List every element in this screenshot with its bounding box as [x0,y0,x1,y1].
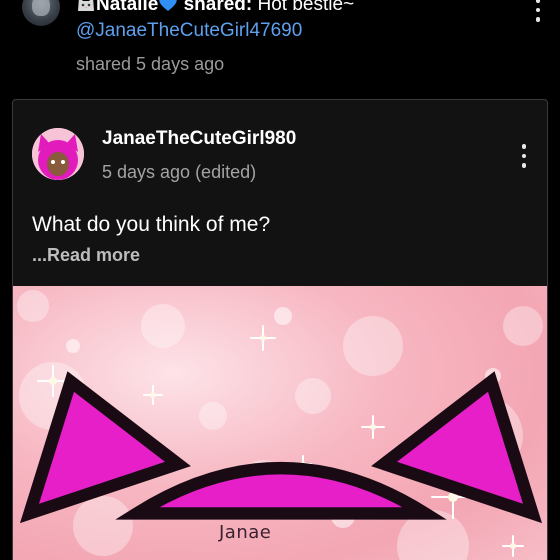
post-author-name[interactable]: JanaeTheCuteGirl980 [102,128,296,150]
share-caption: Hot bestie~ [257,0,355,15]
shared-label: shared: [183,0,253,15]
cat-face-icon [76,0,96,12]
read-more-link[interactable]: ...Read more [32,245,140,266]
mention-link[interactable]: @JanaeTheCuteGirl47690 [76,20,302,42]
post-more-options-icon[interactable] [521,144,527,168]
post-text: What do you think of me? [32,213,271,236]
sharer-avatar[interactable] [22,0,60,26]
shared-timestamp: shared 5 days ago [76,54,225,74]
share-line: Natalie shared: Hot bestie~ [76,0,354,16]
author-avatar[interactable] [32,128,84,180]
post-timestamp: 5 days ago (edited) [102,162,257,182]
shared-post-card[interactable]: JanaeTheCuteGirl980 5 days ago (edited) … [12,99,548,560]
cat-ears-illustration [19,371,543,524]
more-options-icon[interactable] [535,0,541,22]
sharer-name[interactable]: Natalie [96,0,158,15]
post-image[interactable]: Janae [13,286,547,560]
blue-heart-icon [158,0,178,12]
